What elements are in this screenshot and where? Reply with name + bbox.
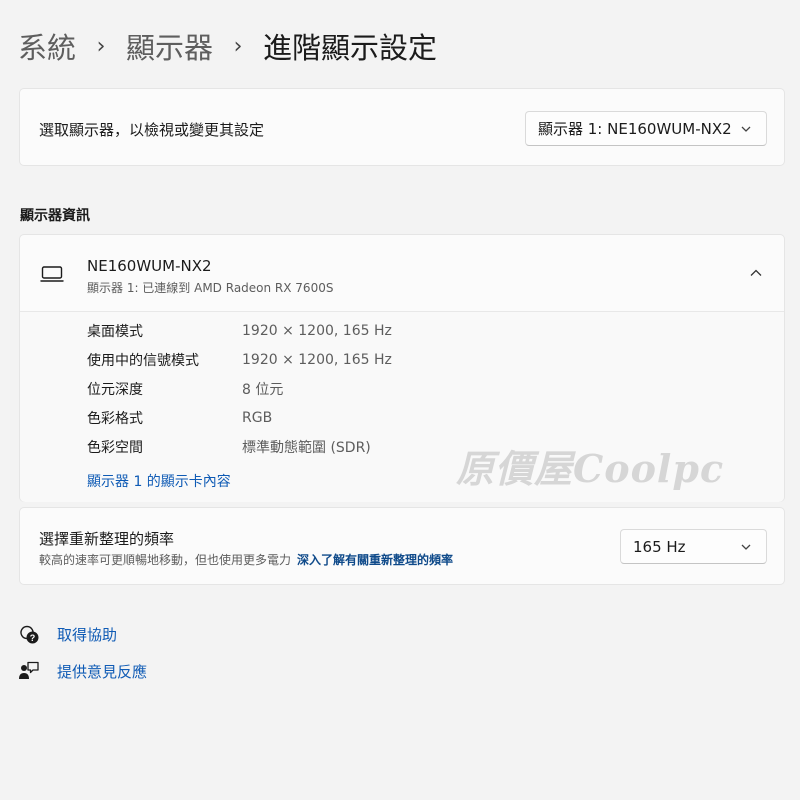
chevron-up-icon [750,269,762,276]
spec-value: 1920 × 1200, 165 Hz [242,352,392,368]
breadcrumb-display[interactable]: 顯示器 [126,25,213,67]
breadcrumb: 系統 › 顯示器 › 進階顯示設定 [18,24,437,68]
spec-row: 色彩格式 RGB [87,407,272,429]
spec-key: 桌面模式 [87,324,143,340]
select-display-card: 選取顯示器，以檢視或變更其設定 顯示器 1: NE160WUM-NX2 [19,88,785,166]
spec-key: 位元深度 [87,382,143,398]
display-name: NE160WUM-NX2 [87,257,212,275]
refresh-rate-dropdown[interactable]: 165 Hz [620,529,767,564]
chevron-down-icon [741,544,751,550]
get-help-label: 取得協助 [57,625,118,644]
refresh-rate-description-text: 較高的速率可更順暢地移動，但也使用更多電力 [39,553,292,567]
give-feedback-link[interactable]: 提供意見反應 [18,659,147,683]
spec-key: 色彩空間 [87,440,143,456]
chevron-right-icon: › [233,33,243,59]
refresh-rate-title: 選擇重新整理的頻率 [39,530,175,548]
display-select-value: 顯示器 1: NE160WUM-NX2 [538,120,732,138]
spec-row: 使用中的信號模式 1920 × 1200, 165 Hz [87,349,392,371]
help-icon: ? [20,625,39,644]
page-title: 進階顯示設定 [263,31,438,65]
refresh-rate-value: 165 Hz [633,537,686,556]
spec-key: 色彩格式 [87,411,143,427]
give-feedback-label: 提供意見反應 [57,662,148,681]
spec-row: 位元深度 8 位元 [87,378,283,400]
display-info-header[interactable]: NE160WUM-NX2 顯示器 1: 已連線到 AMD Radeon RX 7… [20,235,784,312]
chevron-down-icon [741,126,751,132]
spec-value: 8 位元 [242,382,284,398]
spec-value: RGB [242,410,273,426]
refresh-rate-card: 選擇重新整理的頻率 較高的速率可更順暢地移動，但也使用更多電力 深入了解有關重新整… [19,507,785,585]
display-select-dropdown[interactable]: 顯示器 1: NE160WUM-NX2 [525,111,767,146]
refresh-rate-description: 較高的速率可更順暢地移動，但也使用更多電力 深入了解有關重新整理的頻率 [39,551,453,568]
svg-text:?: ? [30,633,36,643]
feedback-icon [19,661,39,679]
spec-key: 使用中的信號模式 [87,353,199,369]
collapse-button[interactable] [744,261,768,285]
spec-row: 桌面模式 1920 × 1200, 165 Hz [87,320,392,342]
select-display-label: 選取顯示器，以檢視或變更其設定 [39,121,265,139]
laptop-icon [40,266,64,282]
spec-row: 色彩空間 標準動態範圍 (SDR) [87,436,371,458]
chevron-right-icon: › [96,33,106,59]
spec-value: 標準動態範圍 (SDR) [242,440,371,456]
display-connection-status: 顯示器 1: 已連線到 AMD Radeon RX 7600S [87,281,334,295]
refresh-rate-learn-more-link[interactable]: 深入了解有關重新整理的頻率 [297,553,453,567]
display-adapter-properties-link[interactable]: 顯示器 1 的顯示卡內容 [87,471,231,491]
section-title-display-info: 顯示器資訊 [20,208,90,224]
get-help-link[interactable]: ? 取得協助 [18,622,117,646]
spec-value: 1920 × 1200, 165 Hz [242,323,392,339]
breadcrumb-system[interactable]: 系統 [18,25,76,67]
watermark-logo: 原價屋Coolpc [456,446,725,491]
